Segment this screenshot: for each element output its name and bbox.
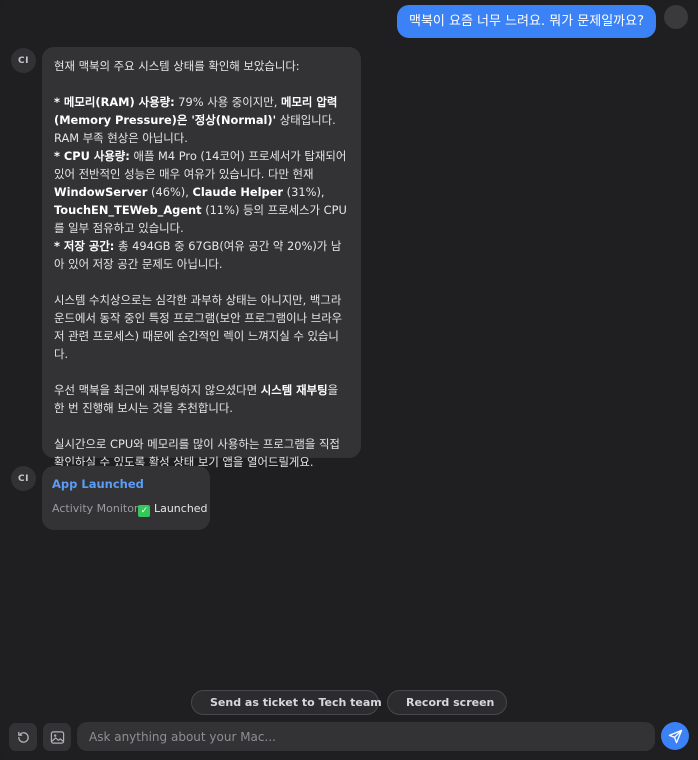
assistant-message-bubble: 현재 맥북의 주요 시스템 상태를 확인해 보았습니다: * 메모리(RAM) … [42, 47, 361, 469]
memory-status-line: * 메모리(RAM) 사용량: 79% 사용 중이지만, 메모리 압력 (Mem… [54, 93, 349, 147]
user-avatar [664, 5, 688, 29]
image-icon [50, 730, 64, 744]
message-input[interactable] [77, 722, 655, 751]
cpu-process-3: TouchEN_TEWeb_Agent [54, 203, 202, 217]
chat-window: 맥북이 요즘 너무 느려요. 뭐가 문제일까요? CI 현재 맥북의 주요 시스… [0, 0, 698, 760]
launch-state-text: Launched [153, 502, 208, 515]
memory-label: * 메모리(RAM) 사용량: [54, 95, 175, 109]
send-ticket-label: Send as ticket to Tech team [210, 696, 382, 709]
history-button[interactable] [9, 723, 37, 751]
cpu-label: * CPU 사용량: [54, 149, 130, 163]
launched-app-name: Activity Monitor [52, 502, 139, 515]
assistant-avatar-2: CI [11, 466, 36, 491]
app-launched-card: App Launched Activity Monitor ✓ Launched [42, 466, 210, 530]
reboot-bold: 시스템 재부팅 [260, 383, 328, 397]
attach-image-button[interactable] [43, 723, 71, 751]
record-screen-button[interactable]: Record screen [387, 690, 507, 715]
assistant-paragraph-2: 시스템 수치상으로는 심각한 과부하 상태는 아니지만, 백그라운드에서 동작 … [54, 293, 343, 361]
storage-label: * 저장 공간: [54, 239, 115, 253]
history-icon [17, 731, 29, 743]
cpu-process-2: Claude Helper [192, 185, 284, 199]
send-button[interactable] [661, 722, 689, 750]
app-launched-title: App Launched [52, 477, 144, 491]
assistant-avatar: CI [11, 48, 36, 73]
user-message-bubble: 맥북이 요즘 너무 느려요. 뭐가 문제일까요? [396, 5, 656, 38]
cpu-pct-1: (46%), [147, 185, 193, 199]
cpu-status-line: * CPU 사용량: 애플 M4 Pro (14코어) 프로세서가 탑재되어 있… [54, 147, 349, 237]
launch-status-line: Activity Monitor ✓ Launched [52, 501, 208, 517]
check-box-icon: ✓ [138, 505, 151, 517]
assistant-paragraph-3: 우선 맥북을 최근에 재부팅하지 않으셨다면 시스템 재부팅을 한 번 진행해 … [54, 381, 349, 417]
record-screen-label: Record screen [406, 696, 495, 709]
para3-text-1: 우선 맥북을 최근에 재부팅하지 않으셨다면 [54, 383, 261, 397]
cpu-pct-2: (31%), [283, 185, 325, 199]
memory-text-1: 79% 사용 중이지만, [174, 95, 281, 109]
cpu-process-1: WindowServer [54, 185, 148, 199]
user-message-row: 맥북이 요즘 너무 느려요. 뭐가 문제일까요? [396, 5, 688, 38]
storage-status-line: * 저장 공간: 총 494GB 중 67GB(여유 공간 약 20%)가 남아… [54, 237, 349, 273]
assistant-intro: 현재 맥북의 주요 시스템 상태를 확인해 보았습니다: [54, 59, 300, 73]
send-ticket-button[interactable]: Send as ticket to Tech team [191, 690, 382, 715]
send-icon [668, 729, 682, 743]
